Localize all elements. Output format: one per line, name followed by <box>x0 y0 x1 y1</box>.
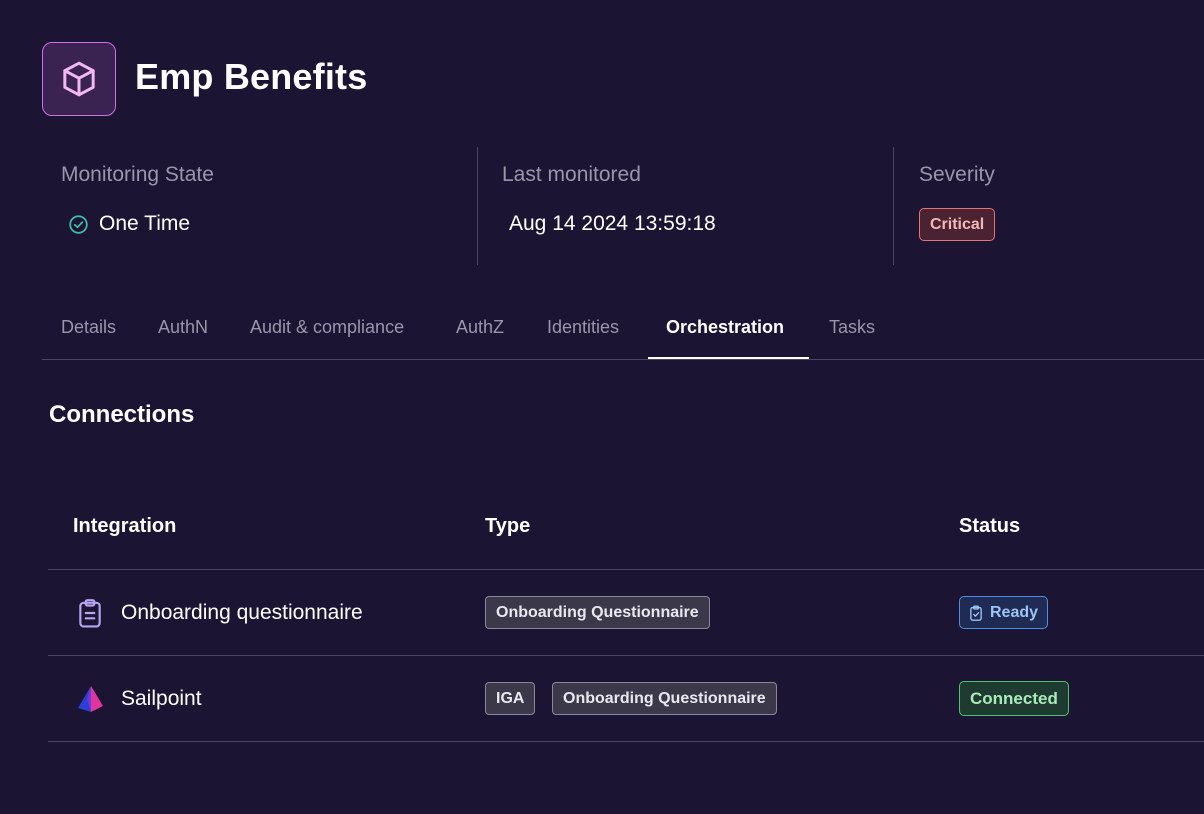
status-text: Ready <box>990 603 1039 621</box>
tab-authz[interactable]: AuthZ <box>456 317 504 338</box>
integration-name: Onboarding questionnaire <box>121 601 363 624</box>
column-header-integration: Integration <box>73 515 177 537</box>
clipboard-check-icon <box>970 604 982 621</box>
cube-icon <box>63 61 95 97</box>
monitoring-state-label: Monitoring State <box>61 163 214 186</box>
meta-divider <box>477 147 478 265</box>
severity-badge: Critical <box>919 208 996 241</box>
tab-orchestration[interactable]: Orchestration <box>666 317 784 338</box>
last-monitored-label: Last monitored <box>502 163 641 186</box>
tab-details[interactable]: Details <box>61 317 116 338</box>
tab-bar: Details AuthN Audit & compliance AuthZ I… <box>42 300 1204 360</box>
sailpoint-logo-wrap <box>73 684 107 714</box>
table-divider <box>48 569 1204 570</box>
app-logo <box>42 42 116 116</box>
table-row-name[interactable]: Sailpoint <box>73 684 202 714</box>
severity-label: Severity <box>919 163 995 186</box>
check-circle-icon <box>69 214 88 234</box>
type-badge: Onboarding Questionnaire <box>485 596 710 629</box>
meta-divider <box>893 147 894 265</box>
monitoring-state-value: One Time <box>68 212 190 236</box>
tab-authn[interactable]: AuthN <box>158 317 208 338</box>
tab-audit-compliance[interactable]: Audit & compliance <box>250 317 404 338</box>
last-monitored-value: Aug 14 2024 13:59:18 <box>509 212 716 235</box>
type-badge: Onboarding Questionnaire <box>552 682 777 715</box>
section-title: Connections <box>49 401 195 428</box>
clipboard-icon <box>79 599 101 628</box>
active-tab-indicator <box>648 357 809 359</box>
table-divider <box>48 741 1204 742</box>
table-row-name[interactable]: Onboarding questionnaire <box>73 598 363 628</box>
sailpoint-logo-icon <box>78 686 103 712</box>
tab-identities[interactable]: Identities <box>547 317 619 338</box>
page-title: Emp Benefits <box>135 56 368 97</box>
table-divider <box>48 655 1204 656</box>
status-badge: Connected <box>959 681 1069 716</box>
clipboard-icon-wrap <box>73 598 107 628</box>
integration-name: Sailpoint <box>121 687 202 710</box>
monitoring-state-text: One Time <box>99 212 191 235</box>
column-header-type: Type <box>485 515 531 537</box>
status-badge: Ready <box>959 596 1049 629</box>
type-badge: IGA <box>485 682 536 715</box>
tab-tasks[interactable]: Tasks <box>829 317 875 338</box>
column-header-status: Status <box>959 515 1021 537</box>
